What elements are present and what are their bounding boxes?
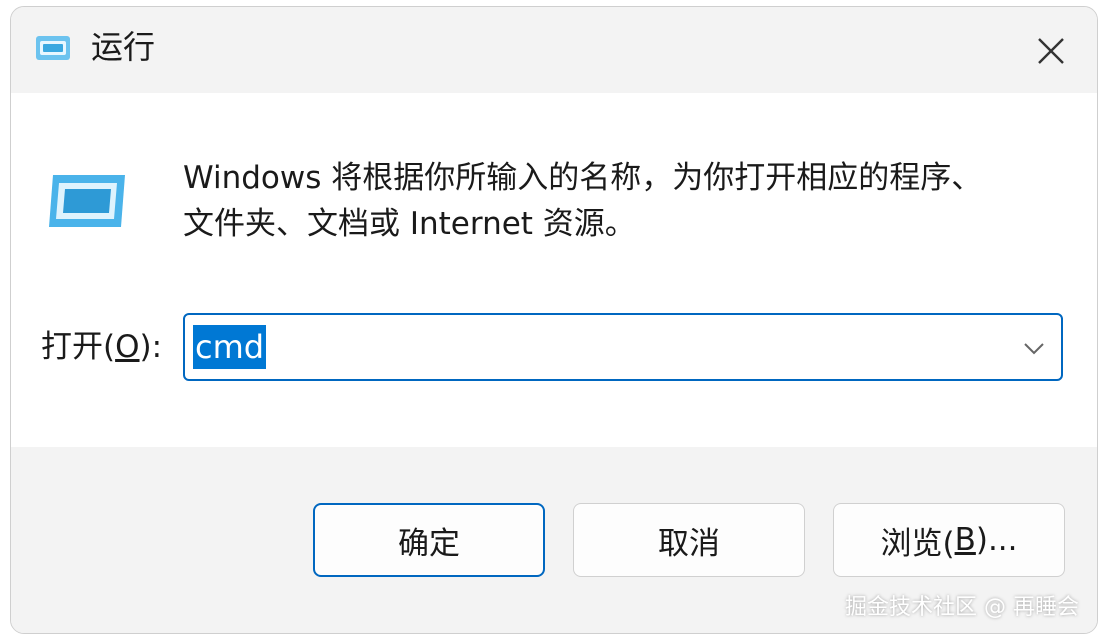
run-dialog-icon: [49, 175, 125, 227]
close-icon: [1038, 38, 1064, 64]
window-title: 运行: [91, 28, 156, 66]
description-line-1: Windows 将根据你所输入的名称，为你打开相应的程序、: [183, 160, 983, 196]
run-dialog-icon: [36, 36, 70, 60]
open-label-prefix: 打开(: [41, 329, 116, 365]
open-label-suffix: ):: [139, 329, 163, 365]
open-combobox[interactable]: cmd: [183, 313, 1063, 381]
chevron-down-icon[interactable]: [1021, 335, 1047, 361]
watermark-text: 掘金技术社区 @ 再睡会: [845, 595, 1079, 620]
browse-label-prefix: 浏览(: [880, 525, 955, 562]
browse-label-suffix: )...: [975, 522, 1018, 558]
dialog-content: Windows 将根据你所输入的名称，为你打开相应的程序、 文件夹、文档或 In…: [11, 93, 1097, 447]
ok-button[interactable]: 确定: [313, 503, 545, 577]
browse-label-accelerator: B: [954, 522, 976, 558]
close-button[interactable]: [1023, 23, 1079, 79]
open-input-value[interactable]: cmd: [193, 325, 267, 369]
cancel-button[interactable]: 取消: [573, 503, 805, 577]
description-text: Windows 将根据你所输入的名称，为你打开相应的程序、 文件夹、文档或 In…: [183, 155, 1063, 247]
open-label-accelerator: O: [115, 329, 140, 365]
open-field-label: 打开(O):: [41, 325, 162, 369]
button-bar: 确定 取消 浏览(B)... 掘金技术社区 @ 再睡会: [11, 447, 1097, 633]
run-dialog: 运行 Windows 将根据你所输入的名称，为你打开相应的程序、 文件夹、文档或…: [10, 6, 1098, 634]
description-line-2: 文件夹、文档或 Internet 资源。: [183, 206, 636, 242]
browse-button[interactable]: 浏览(B)...: [833, 503, 1065, 577]
title-bar: 运行: [11, 7, 1097, 93]
